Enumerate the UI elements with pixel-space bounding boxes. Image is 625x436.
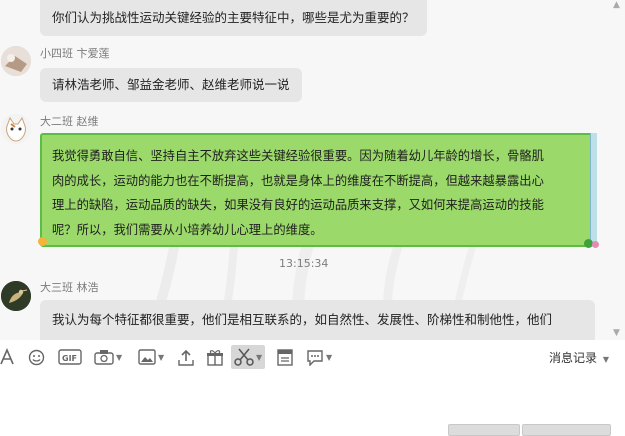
message-line: 肉的成长，运动的能力也在不断提高，也就是身体上的维度在不断提高，但越来越暴露出心	[52, 173, 544, 188]
sender-name: 大三班 林浩	[40, 281, 99, 294]
message-bubble: 你们认为挑战性运动关键经验的主要特征中，哪些是尤为重要的？	[40, 0, 427, 36]
message-line: 我觉得勇敢自信、坚持自主不放弃这些关键经验很重要。因为随着幼儿年龄的增长，骨骼肌	[52, 149, 544, 163]
gift-icon	[207, 349, 223, 366]
avatar[interactable]	[1, 281, 31, 311]
image-icon	[138, 349, 156, 365]
chevron-down-icon: ▼	[602, 355, 609, 364]
message-bubble: 我认为每个特征都很重要，他们是相互联系的，如自然性、发展性、阶梯性和制他性，他们	[40, 300, 595, 340]
message-timestamp: 13:15:34	[279, 257, 329, 270]
frame-corner-dot	[38, 237, 47, 246]
chevron-down-icon[interactable]: ▼	[326, 353, 332, 362]
emoji-button[interactable]	[28, 347, 45, 367]
font-button[interactable]	[0, 347, 14, 367]
document-button[interactable]	[277, 347, 293, 367]
input-toolbar: GIF ▼ ▼ ▼ ▼ 消息记录 ▼	[0, 340, 625, 374]
upload-icon	[178, 349, 194, 366]
message-line: 呢？所以，我们需要从小培养幼儿心理上的维度。	[52, 222, 323, 237]
message-text: 请林浩老师、邹益金老师、赵维老师说一说	[52, 77, 290, 92]
emoji-icon	[28, 349, 45, 365]
avatar[interactable]	[1, 114, 31, 144]
gif-icon: GIF	[58, 349, 82, 365]
chevron-down-icon[interactable]: ▼	[158, 353, 164, 362]
send-button[interactable]	[522, 424, 611, 436]
message-input[interactable]	[0, 374, 625, 429]
avatar[interactable]	[1, 46, 31, 76]
chat-bubble-icon	[307, 349, 323, 366]
font-icon	[0, 348, 14, 365]
message-history-button[interactable]: 消息记录 ▼	[549, 349, 609, 366]
sender-name: 小四班 卞爱莲	[40, 47, 110, 60]
gift-button[interactable]	[206, 347, 224, 367]
message-text: 我认为每个特征都很重要，他们是相互联系的，如自然性、发展性、阶梯性和制他性，他们	[52, 312, 553, 327]
camera-icon	[94, 350, 114, 365]
message-bubble-highlighted: 我觉得勇敢自信、坚持自主不放弃这些关键经验很重要。因为随着幼儿年龄的增长，骨骼肌…	[40, 133, 597, 247]
chat-area: 你们认为挑战性运动关键经验的主要特征中，哪些是尤为重要的？ 小四班 卞爱莲 请林…	[0, 0, 625, 340]
svg-text:GIF: GIF	[62, 354, 77, 363]
message-history-label: 消息记录	[549, 351, 598, 365]
message-bubble: 请林浩老师、邹益金老师、赵维老师说一说	[40, 68, 302, 102]
scroll-down-arrow[interactable]: ▼	[613, 328, 620, 338]
screenshot-button[interactable]: ▼	[94, 347, 122, 367]
gif-button[interactable]: GIF	[58, 347, 82, 367]
doc-icon	[277, 348, 293, 366]
scissors-icon	[234, 348, 254, 366]
sender-name: 大二班 赵维	[40, 115, 99, 128]
message-text: 你们认为挑战性运动关键经验的主要特征中，哪些是尤为重要的？	[52, 10, 415, 25]
message-line: 理上的缺陷，运动品质的缺失，如果没有良好的运动品质来支撑，又如何来提高运动的技能	[52, 198, 544, 212]
scroll-up-arrow[interactable]: ▲	[613, 0, 620, 10]
chevron-down-icon[interactable]: ▼	[116, 353, 122, 362]
chat-options-button[interactable]: ▼	[306, 347, 332, 367]
image-button[interactable]: ▼	[138, 347, 164, 367]
cut-button[interactable]: ▼	[231, 345, 266, 369]
bubble-frame	[590, 133, 597, 247]
frame-corner-dot	[592, 241, 599, 248]
upload-button[interactable]	[178, 347, 194, 367]
close-button[interactable]	[448, 424, 520, 436]
chevron-down-icon[interactable]: ▼	[256, 353, 262, 362]
